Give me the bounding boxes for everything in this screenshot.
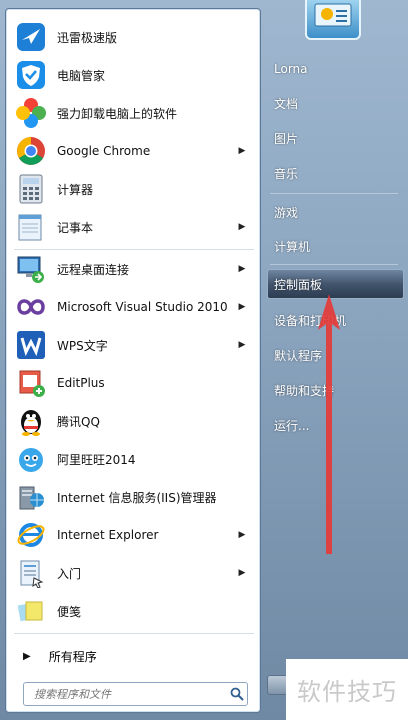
editplus-icon <box>14 366 48 400</box>
place-computer[interactable]: 计算机 <box>268 231 408 261</box>
tencent-shield-icon <box>14 58 48 92</box>
menu-item-iis-manager[interactable]: Internet 信息服务(IIS)管理器 <box>9 479 255 515</box>
internet-explorer-icon <box>14 518 48 552</box>
place-label: 图片 <box>274 131 299 146</box>
aliwangwang-icon <box>14 442 48 476</box>
remote-desktop-icon <box>14 252 48 286</box>
place-games[interactable]: 游戏 <box>268 197 408 227</box>
submenu-arrow-icon: ▶ <box>238 530 246 540</box>
menu-item-uninstaller[interactable]: 强力卸载电脑上的软件 <box>9 95 255 131</box>
menu-item-label: 阿里旺旺2014 <box>57 452 136 467</box>
place-documents[interactable]: 文档 <box>268 88 408 118</box>
uninstall-petal-icon <box>14 96 48 130</box>
annotation-arrow-icon <box>318 294 340 554</box>
place-label: 音乐 <box>274 166 299 181</box>
place-label: 控制面板 <box>274 277 323 292</box>
visual-studio-icon <box>14 290 48 324</box>
menu-item-wps[interactable]: WPS文字 ▶ <box>9 327 255 363</box>
menu-item-label: Internet Explorer <box>57 528 159 542</box>
getting-started-icon <box>14 556 48 590</box>
place-label: Lorna <box>274 62 308 76</box>
submenu-arrow-icon: ▶ <box>238 340 246 350</box>
separator <box>14 249 254 250</box>
place-music[interactable]: 音乐 <box>268 158 408 188</box>
programs-pane: 迅雷极速版 电脑管家 强力卸载电脑上的软件 Google Chrome ▶ 计算… <box>5 8 261 713</box>
separator <box>270 193 398 194</box>
search-box[interactable] <box>23 682 248 706</box>
qq-penguin-icon <box>14 404 48 438</box>
submenu-arrow-icon: ▶ <box>238 302 246 312</box>
submenu-arrow-icon: ▶ <box>238 146 246 156</box>
place-label: 运行... <box>274 418 310 433</box>
notepad-icon <box>14 210 48 244</box>
menu-item-label: Microsoft Visual Studio 2010 <box>57 300 228 314</box>
menu-item-visual-studio[interactable]: Microsoft Visual Studio 2010 ▶ <box>9 289 255 325</box>
menu-item-label: 强力卸载电脑上的软件 <box>57 106 178 121</box>
menu-item-aliwangwang[interactable]: 阿里旺旺2014 <box>9 441 255 477</box>
place-user-folder[interactable]: Lorna <box>268 54 408 84</box>
menu-item-internet-explorer[interactable]: Internet Explorer ▶ <box>9 517 255 553</box>
calculator-icon <box>14 172 48 206</box>
menu-item-calculator[interactable]: 计算器 <box>9 171 255 207</box>
all-programs-button[interactable]: ▶ 所有程序 <box>9 645 255 667</box>
menu-item-chrome[interactable]: Google Chrome ▶ <box>9 133 255 169</box>
menu-item-label: 迅雷极速版 <box>57 30 118 45</box>
search-icon[interactable] <box>227 685 247 703</box>
submenu-arrow-icon: ▶ <box>238 568 246 578</box>
watermark: 软件技巧 <box>286 659 408 720</box>
menu-item-qq[interactable]: 腾讯QQ <box>9 403 255 439</box>
place-pictures[interactable]: 图片 <box>268 123 408 153</box>
submenu-arrow-icon: ▶ <box>238 222 246 232</box>
menu-item-label: Google Chrome <box>57 144 151 158</box>
menu-item-getting-started[interactable]: 入门 ▶ <box>9 555 255 591</box>
submenu-arrow-icon: ▶ <box>238 264 246 274</box>
menu-item-remote-desktop[interactable]: 远程桌面连接 ▶ <box>9 251 255 287</box>
all-programs-label: 所有程序 <box>48 649 97 664</box>
menu-item-label: 计算器 <box>57 182 94 197</box>
menu-item-label: 记事本 <box>57 220 94 235</box>
chrome-icon <box>14 134 48 168</box>
menu-item-label: 腾讯QQ <box>57 414 100 429</box>
menu-item-label: 电脑管家 <box>57 68 106 83</box>
menu-item-editplus[interactable]: EditPlus <box>9 365 255 401</box>
menu-item-label: WPS文字 <box>57 338 108 353</box>
menu-item-label: Internet 信息服务(IIS)管理器 <box>57 490 217 505</box>
menu-item-label: 远程桌面连接 <box>57 262 130 277</box>
menu-item-label: 入门 <box>57 566 82 581</box>
place-label: 文档 <box>274 96 299 111</box>
menu-item-pc-manager[interactable]: 电脑管家 <box>9 57 255 93</box>
iis-manager-icon <box>14 480 48 514</box>
wps-icon <box>14 328 48 362</box>
separator <box>14 633 254 634</box>
menu-item-xunlei[interactable]: 迅雷极速版 <box>9 19 255 55</box>
place-label: 游戏 <box>274 205 299 220</box>
sticky-notes-icon <box>14 594 48 628</box>
xunlei-bird-icon <box>14 20 48 54</box>
menu-item-label: EditPlus <box>57 376 105 390</box>
start-menu: 迅雷极速版 电脑管家 强力卸载电脑上的软件 Google Chrome ▶ 计算… <box>0 0 408 720</box>
place-label: 计算机 <box>274 239 311 254</box>
menu-item-notepad[interactable]: 记事本 ▶ <box>9 209 255 245</box>
expand-triangle-icon: ▶ <box>23 650 31 662</box>
menu-item-sticky-notes[interactable]: 便笺 <box>9 593 255 629</box>
place-label: 默认程序 <box>274 348 323 363</box>
search-input[interactable] <box>32 684 227 704</box>
separator <box>270 264 398 265</box>
menu-item-label: 便笺 <box>57 604 82 619</box>
